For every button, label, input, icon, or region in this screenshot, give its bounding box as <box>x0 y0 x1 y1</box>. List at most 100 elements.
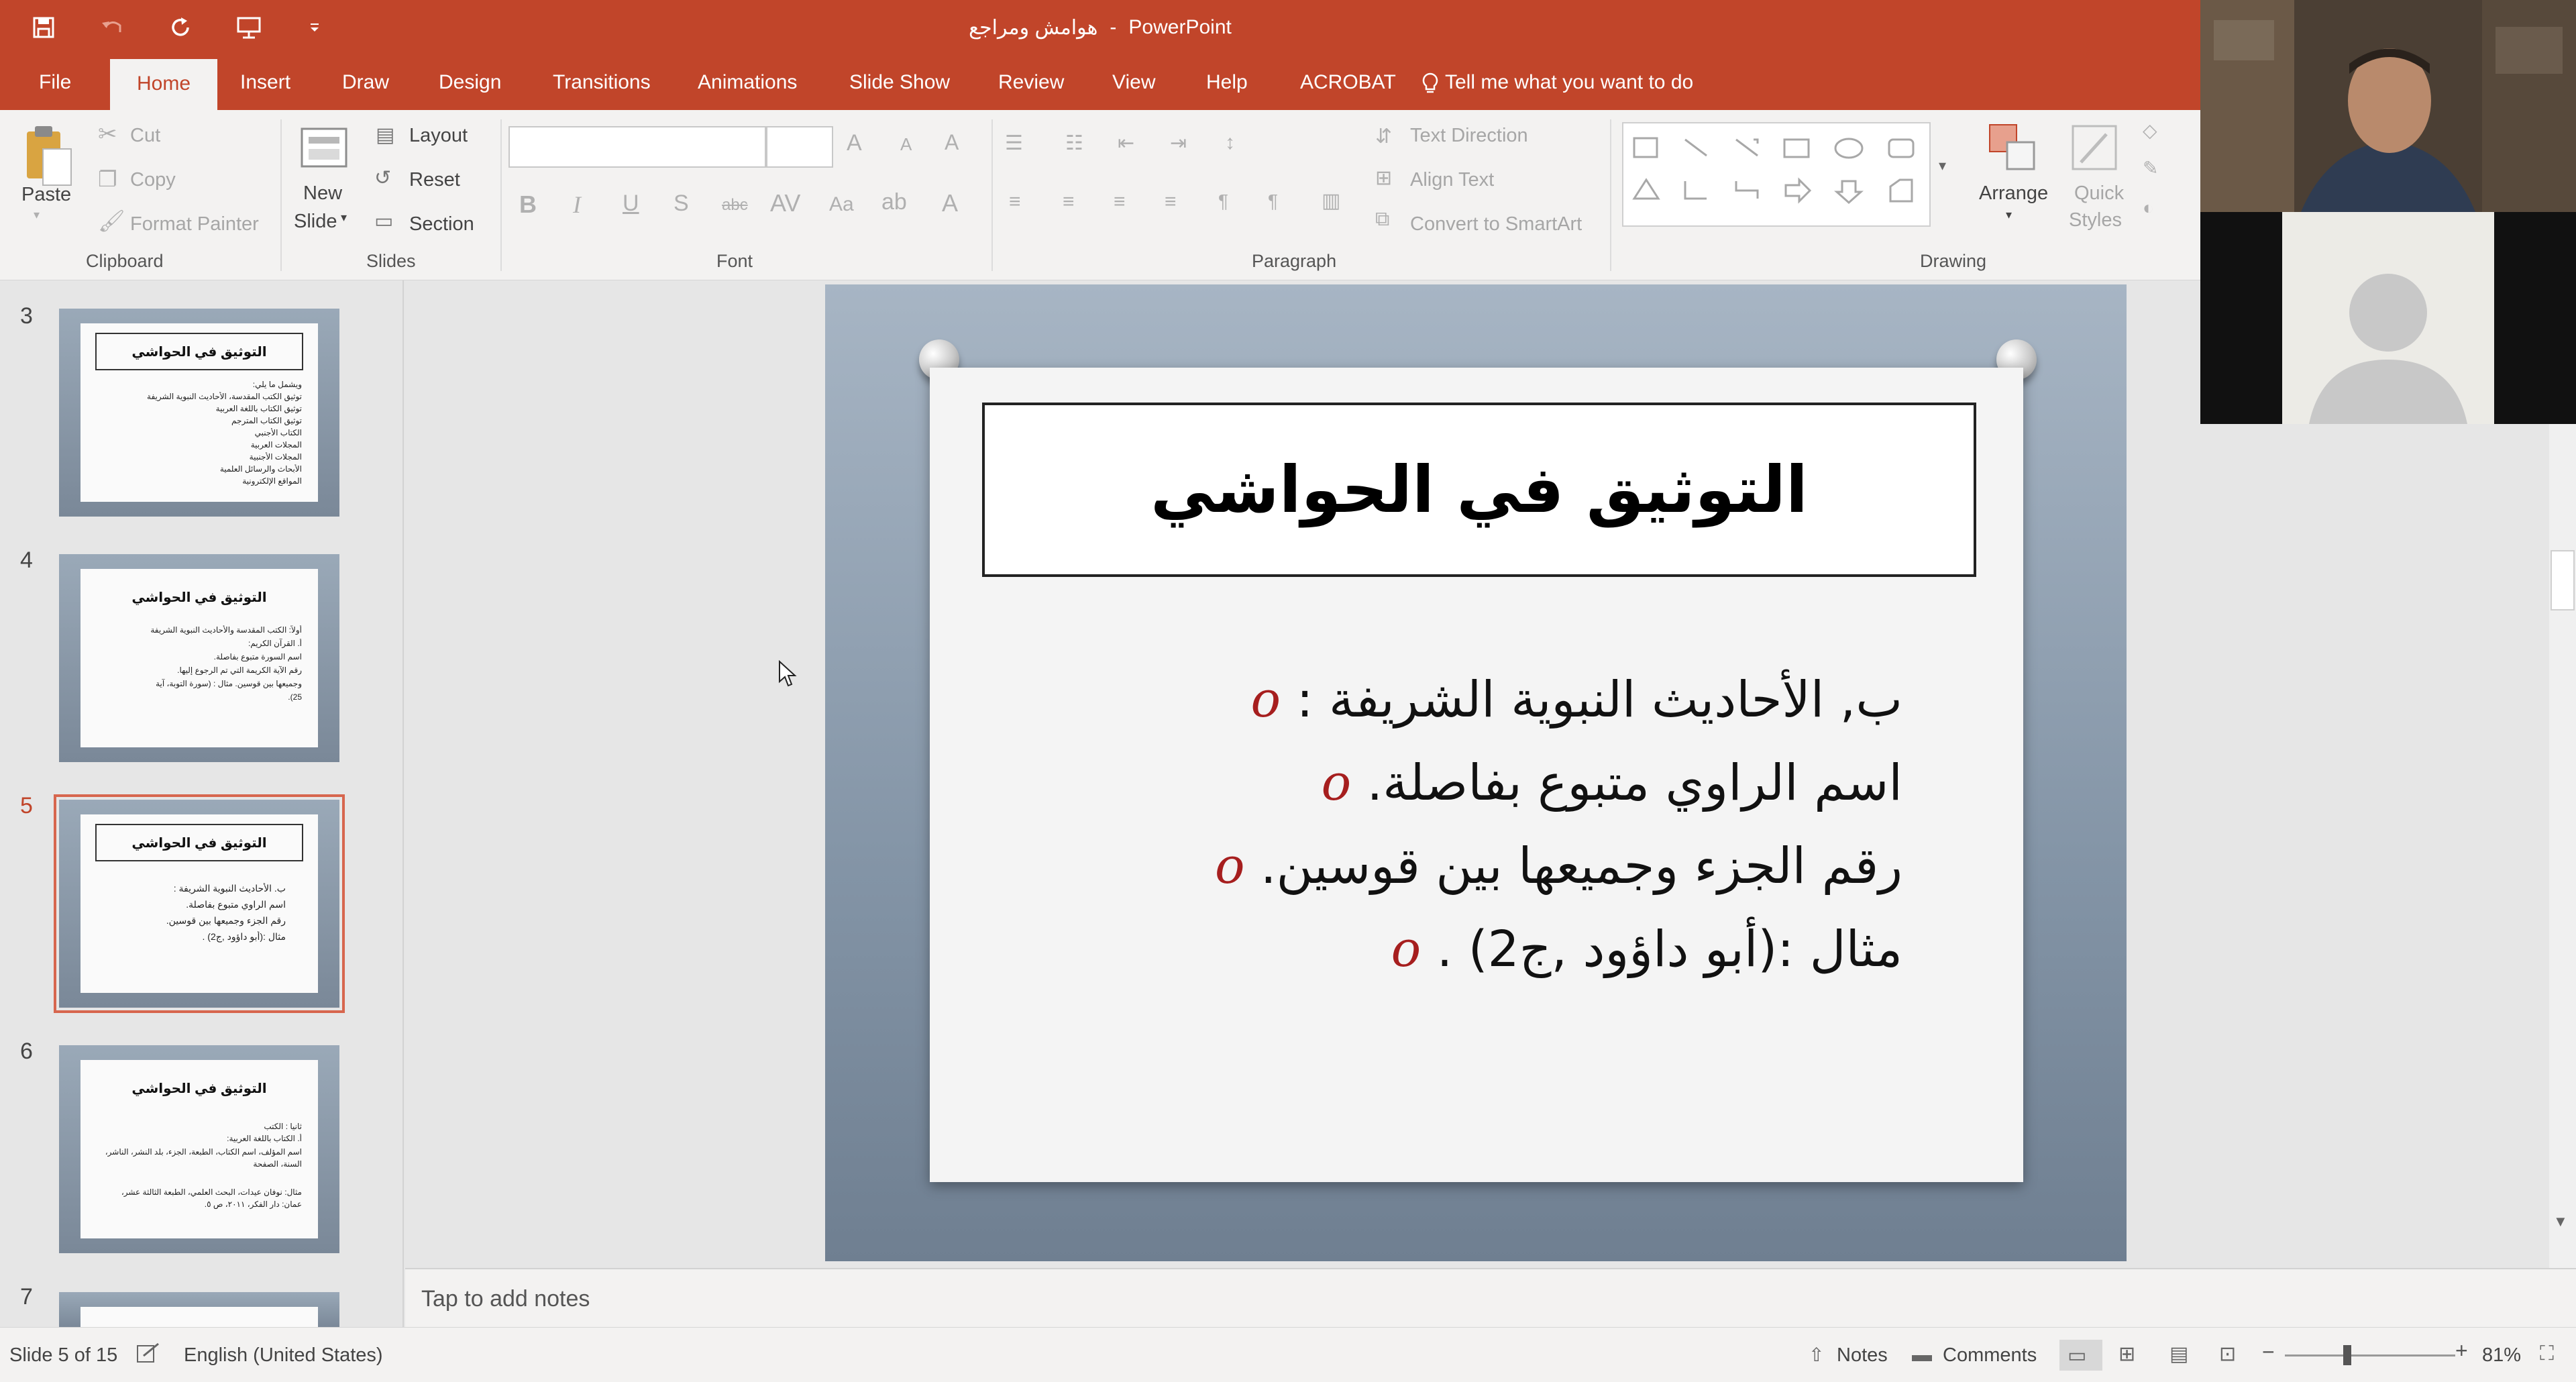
text-shadow-icon[interactable]: S <box>674 191 689 217</box>
shapes-gallery[interactable] <box>1622 122 1931 227</box>
scroll-down-icon[interactable]: ▼ <box>2553 1213 2568 1230</box>
numbering-icon[interactable]: ☷ <box>1065 131 1083 155</box>
quick-styles-label-1[interactable]: Quick <box>2074 182 2124 205</box>
tab-view[interactable]: View <box>1112 55 1155 110</box>
tab-transitions[interactable]: Transitions <box>553 55 651 110</box>
zoom-out-icon[interactable]: − <box>2262 1340 2275 1365</box>
slide-bullet-line[interactable]: رقم الجزء وجميعها بين قوسين. o <box>1215 837 1902 895</box>
convert-smartart-button[interactable]: Convert to SmartArt <box>1410 213 1582 235</box>
slide-thumbnail-6[interactable]: التوثيق في الحواشي ثانيا : الكتب أ. الكت… <box>59 1045 339 1253</box>
notes-pane[interactable]: Tap to add notes <box>405 1268 2576 1327</box>
ltr-direction-icon[interactable]: ¶ <box>1218 191 1228 212</box>
zoom-level[interactable]: 81% <box>2482 1328 2521 1382</box>
tab-animations[interactable]: Animations <box>698 55 797 110</box>
tab-home[interactable]: Home <box>110 59 218 110</box>
increase-indent-icon[interactable]: ⇥ <box>1170 131 1187 155</box>
paste-dropdown-icon[interactable]: ▾ <box>34 208 40 222</box>
vertical-scrollbar[interactable]: ▼ <box>2549 280 2576 1268</box>
spell-check-icon[interactable] <box>136 1342 160 1369</box>
zoom-slider-thumb[interactable] <box>2343 1345 2351 1365</box>
bullet-mark-icon: o <box>1214 837 1245 895</box>
comments-button[interactable]: Comments <box>1943 1328 2037 1382</box>
slide-thumbnail-3[interactable]: التوثيق في الحواشي ويشمل ما يلي: توثيق ا… <box>59 309 339 517</box>
tab-review[interactable]: Review <box>998 55 1064 110</box>
arrange-dropdown-icon[interactable]: ▾ <box>2006 208 2012 222</box>
cut-button[interactable]: Cut <box>130 125 160 147</box>
columns-icon[interactable]: ▥ <box>1322 189 1340 213</box>
format-painter-button[interactable]: Format Painter <box>130 213 259 235</box>
zoom-slider[interactable] <box>2285 1354 2455 1357</box>
tab-file[interactable]: File <box>39 55 71 110</box>
slide-thumbnail-7[interactable] <box>59 1292 339 1327</box>
slideshow-view-icon[interactable]: ⊡ <box>2219 1342 2236 1366</box>
thumb-card <box>80 1307 318 1327</box>
shape-fill-icon[interactable]: ◇ <box>2143 119 2157 142</box>
slide-thumbnail-5[interactable]: التوثيق في الحواشي ب. الأحاديث النبوية ا… <box>54 794 345 1013</box>
align-left-icon[interactable]: ≡ <box>1009 191 1021 213</box>
zoom-in-icon[interactable]: + <box>2455 1338 2468 1363</box>
rtl-direction-icon[interactable]: ¶ <box>1268 191 1278 212</box>
clear-formatting-icon[interactable]: A <box>945 130 959 155</box>
bold-icon[interactable]: B <box>519 191 537 219</box>
font-name-input[interactable] <box>508 126 766 168</box>
layout-button[interactable]: Layout <box>409 125 468 147</box>
slide-bullet-line[interactable]: ب, الأحاديث النبوية الشريفة : o <box>1251 671 1903 729</box>
shape-effects-icon[interactable]: ◐ <box>2143 197 2154 219</box>
new-slide-icon[interactable] <box>299 123 350 174</box>
align-right-icon[interactable]: ≡ <box>1114 191 1126 213</box>
slide-bullet-line[interactable]: اسم الراوي متبوع بفاصلة. o <box>1322 754 1902 812</box>
italic-icon[interactable]: I <box>573 191 581 219</box>
slide-title: التوثيق في الحواشي <box>1150 452 1808 527</box>
tab-design[interactable]: Design <box>439 55 501 110</box>
font-size-input[interactable] <box>766 126 833 168</box>
shape-outline-icon[interactable]: ✎ <box>2143 157 2158 179</box>
decrease-font-size-icon[interactable]: A <box>900 134 912 155</box>
arrange-icon[interactable] <box>1987 122 2041 176</box>
fit-to-window-icon[interactable]: ⛶ <box>2540 1342 2554 1365</box>
section-button[interactable]: Section <box>409 213 474 235</box>
paste-button[interactable]: Paste <box>21 184 71 206</box>
reading-view-icon[interactable]: ▤ <box>2169 1342 2188 1366</box>
thumb-card: التوثيق في الحواشي ثانيا : الكتب أ. الكت… <box>80 1060 318 1238</box>
font-color-icon[interactable]: A <box>942 189 958 217</box>
language-indicator[interactable]: English (United States) <box>184 1328 383 1382</box>
align-center-icon[interactable]: ≡ <box>1063 191 1075 213</box>
thumb-title: التوثيق في الحواشي <box>131 590 267 605</box>
new-slide-label-2[interactable]: Slide <box>294 211 337 233</box>
tab-acrobat[interactable]: ACROBAT <box>1300 55 1396 110</box>
strikethrough-icon[interactable]: abc <box>722 196 748 215</box>
tab-draw[interactable]: Draw <box>342 55 389 110</box>
change-case-icon[interactable]: Aa <box>829 193 854 216</box>
tab-insert[interactable]: Insert <box>240 55 290 110</box>
thumb-line: الكتاب الأجنبي <box>254 428 302 437</box>
tell-me-box[interactable]: Tell me what you want to do <box>1421 55 1693 110</box>
thumb-title: التوثيق في الحواشي <box>95 333 303 370</box>
slide-sorter-icon[interactable]: ⊞ <box>2118 1342 2135 1366</box>
shapes-more-icon[interactable]: ▾ <box>1939 157 1946 174</box>
slide-title-box[interactable]: التوثيق في الحواشي <box>982 403 1976 577</box>
reset-button[interactable]: Reset <box>409 169 460 191</box>
underline-icon[interactable]: U <box>623 191 639 217</box>
new-slide-label-1[interactable]: New <box>303 182 342 205</box>
character-spacing-icon[interactable]: AV <box>770 189 800 217</box>
quick-styles-label-2[interactable]: Styles <box>2069 209 2122 231</box>
tab-help[interactable]: Help <box>1206 55 1248 110</box>
quick-styles-icon[interactable] <box>2069 122 2123 176</box>
align-text-button[interactable]: Align Text <box>1410 169 1494 191</box>
scrollbar-thumb[interactable] <box>2551 550 2575 610</box>
tab-slide-show[interactable]: Slide Show <box>849 55 950 110</box>
bullets-icon[interactable]: ☰ <box>1005 131 1023 155</box>
increase-font-size-icon[interactable]: A <box>847 130 862 156</box>
decrease-indent-icon[interactable]: ⇤ <box>1118 131 1134 155</box>
slide-bullet-line[interactable]: مثال :(أبو داؤود ,ج2) . o <box>1391 920 1902 978</box>
copy-button[interactable]: Copy <box>130 169 176 191</box>
slide-thumbnail-4[interactable]: التوثيق في الحواشي أولاً: الكتب المقدسة … <box>59 554 339 762</box>
justify-icon[interactable]: ≡ <box>1165 191 1177 213</box>
line-spacing-icon[interactable]: ↕ <box>1225 131 1235 154</box>
text-direction-button[interactable]: Text Direction <box>1410 125 1528 147</box>
highlight-icon[interactable]: ab <box>881 189 907 215</box>
notes-button[interactable]: Notes <box>1837 1328 1888 1382</box>
current-slide[interactable]: التوثيق في الحواشي ب, الأحاديث النبوية ا… <box>825 284 2127 1261</box>
new-slide-dropdown-icon[interactable]: ▾ <box>341 211 347 225</box>
arrange-button[interactable]: Arrange <box>1979 182 2048 205</box>
